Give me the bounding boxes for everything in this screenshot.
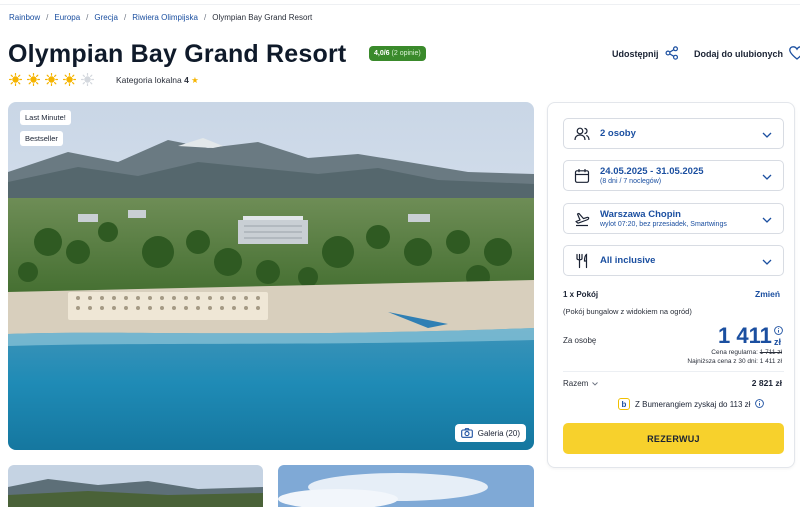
bumerang-logo-icon: b: [618, 398, 630, 410]
bumerang-text: Z Bumerangiem zyskaj do 113 zł: [635, 399, 751, 409]
total-toggle[interactable]: Razem: [563, 379, 599, 388]
category-label: Kategoria lokalna: [116, 75, 182, 85]
dates-select[interactable]: 24.05.2025 - 31.05.2025 (8 dni / 7 nocle…: [563, 160, 784, 191]
lowest-price: Najniższa cena z 30 dni: 1 411 zł: [687, 358, 782, 365]
sun-icon: [45, 73, 58, 86]
bestseller-tag: Bestseller: [20, 131, 63, 146]
chevron-down-icon: [762, 210, 772, 228]
local-category: Kategoria lokalna 4 ★: [116, 75, 199, 86]
sun-icon: [9, 73, 22, 86]
breadcrumb-link-grecja[interactable]: Grecja: [94, 13, 118, 22]
rating-badge[interactable]: 4,0/6 (2 opinie): [369, 46, 426, 61]
sun-icon: [27, 73, 40, 86]
guests-value: 2 osoby: [600, 128, 636, 139]
total-price: 2 821 zł: [751, 378, 782, 388]
breadcrumb-link-rainbow[interactable]: Rainbow: [9, 13, 40, 22]
sun-rating: [9, 73, 94, 86]
info-icon[interactable]: [755, 398, 765, 410]
room-count: 1 x Pokój: [563, 290, 599, 299]
sun-icon: [63, 73, 76, 86]
room-description: (Pokój bungalow z widokiem na ogród): [563, 307, 692, 316]
dates-value: 24.05.2025 - 31.05.2025: [600, 166, 704, 177]
price-currency: zł: [774, 337, 782, 347]
regular-price: Cena regularna: 1 711 zł: [711, 349, 782, 356]
board-value: All inclusive: [600, 255, 656, 266]
reserve-button[interactable]: REZERWUJ: [563, 423, 784, 454]
rating-count: (2 opinie): [391, 50, 421, 57]
divider: [563, 371, 784, 372]
regular-price-value: 1 711 zł: [759, 349, 782, 356]
gallery-thumbnail[interactable]: [278, 465, 534, 507]
category-value: 4: [184, 75, 189, 85]
gallery-label: Galeria (20): [477, 428, 520, 438]
cutlery-icon: [574, 252, 590, 269]
share-label: Udostępnij: [612, 49, 659, 59]
hotel-aerial-image: [8, 102, 534, 450]
breadcrumb-separator: /: [86, 13, 89, 22]
sun-empty-icon: [81, 73, 94, 86]
info-icon[interactable]: [774, 322, 783, 335]
breadcrumb-separator: /: [123, 13, 127, 22]
chevron-down-icon: [762, 125, 772, 143]
gallery-button[interactable]: Galeria (20): [454, 424, 526, 442]
calendar-icon: [574, 168, 590, 184]
chevron-down-icon: [592, 379, 599, 388]
dates-duration: (8 dni / 7 noclegów): [600, 178, 662, 185]
breadcrumb-current: Olympian Bay Grand Resort: [212, 13, 313, 22]
board-select[interactable]: All inclusive: [563, 245, 784, 276]
breadcrumb-link-europa[interactable]: Europa: [54, 13, 80, 22]
lowest-price-label: Najniższa cena z 30 dni:: [687, 358, 758, 365]
breadcrumb-separator: /: [46, 13, 49, 22]
departure-select[interactable]: Warszawa Chopin wylot 07:20, bez przesia…: [563, 203, 784, 234]
last-minute-tag: Last Minute!: [20, 110, 71, 125]
favorites-label: Dodaj do ulubionych: [694, 49, 783, 59]
rating-score: 4,0/6: [374, 50, 390, 57]
booking-panel: 2 osoby 24.05.2025 - 31.05.2025 (8 dni /…: [547, 102, 795, 468]
hero-photo[interactable]: Last Minute! Bestseller Galeria (20): [8, 102, 534, 450]
page-title: Olympian Bay Grand Resort: [8, 40, 347, 68]
departure-details: wylot 07:20, bez przesiadek, Smartwings: [600, 221, 727, 228]
breadcrumb-separator: /: [204, 13, 207, 22]
guests-select[interactable]: 2 osoby: [563, 118, 784, 149]
gallery-thumbnail[interactable]: [8, 465, 263, 507]
share-icon: [665, 46, 679, 62]
add-to-favorites-button[interactable]: Dodaj do ulubionych: [694, 46, 800, 62]
users-icon: [574, 126, 590, 142]
top-bar-edge: [0, 0, 800, 5]
heart-icon: [789, 46, 800, 62]
bumerang-promo: b Z Bumerangiem zyskaj do 113 zł: [618, 398, 765, 410]
total-label: Razem: [563, 379, 589, 388]
breadcrumb-link-riwiera[interactable]: Riwiera Olimpijska: [132, 13, 198, 22]
camera-icon: [460, 428, 473, 438]
per-person-label: Za osobę: [563, 336, 597, 345]
share-button[interactable]: Udostępnij: [612, 46, 679, 62]
chevron-down-icon: [762, 252, 772, 270]
chevron-down-icon: [762, 167, 772, 185]
thumbnail-image: [8, 465, 263, 507]
change-room-link[interactable]: Zmień: [755, 289, 780, 299]
regular-price-label: Cena regularna:: [711, 349, 758, 356]
price-per-person: 1 411: [718, 323, 772, 348]
lowest-price-value: 1 411 zł: [759, 358, 782, 365]
thumbnail-image: [278, 465, 534, 507]
departure-airport: Warszawa Chopin: [600, 209, 681, 220]
airplane-icon: [574, 211, 590, 227]
star-icon: ★: [191, 75, 199, 85]
breadcrumb: Rainbow / Europa / Grecja / Riwiera Olim…: [9, 13, 312, 22]
